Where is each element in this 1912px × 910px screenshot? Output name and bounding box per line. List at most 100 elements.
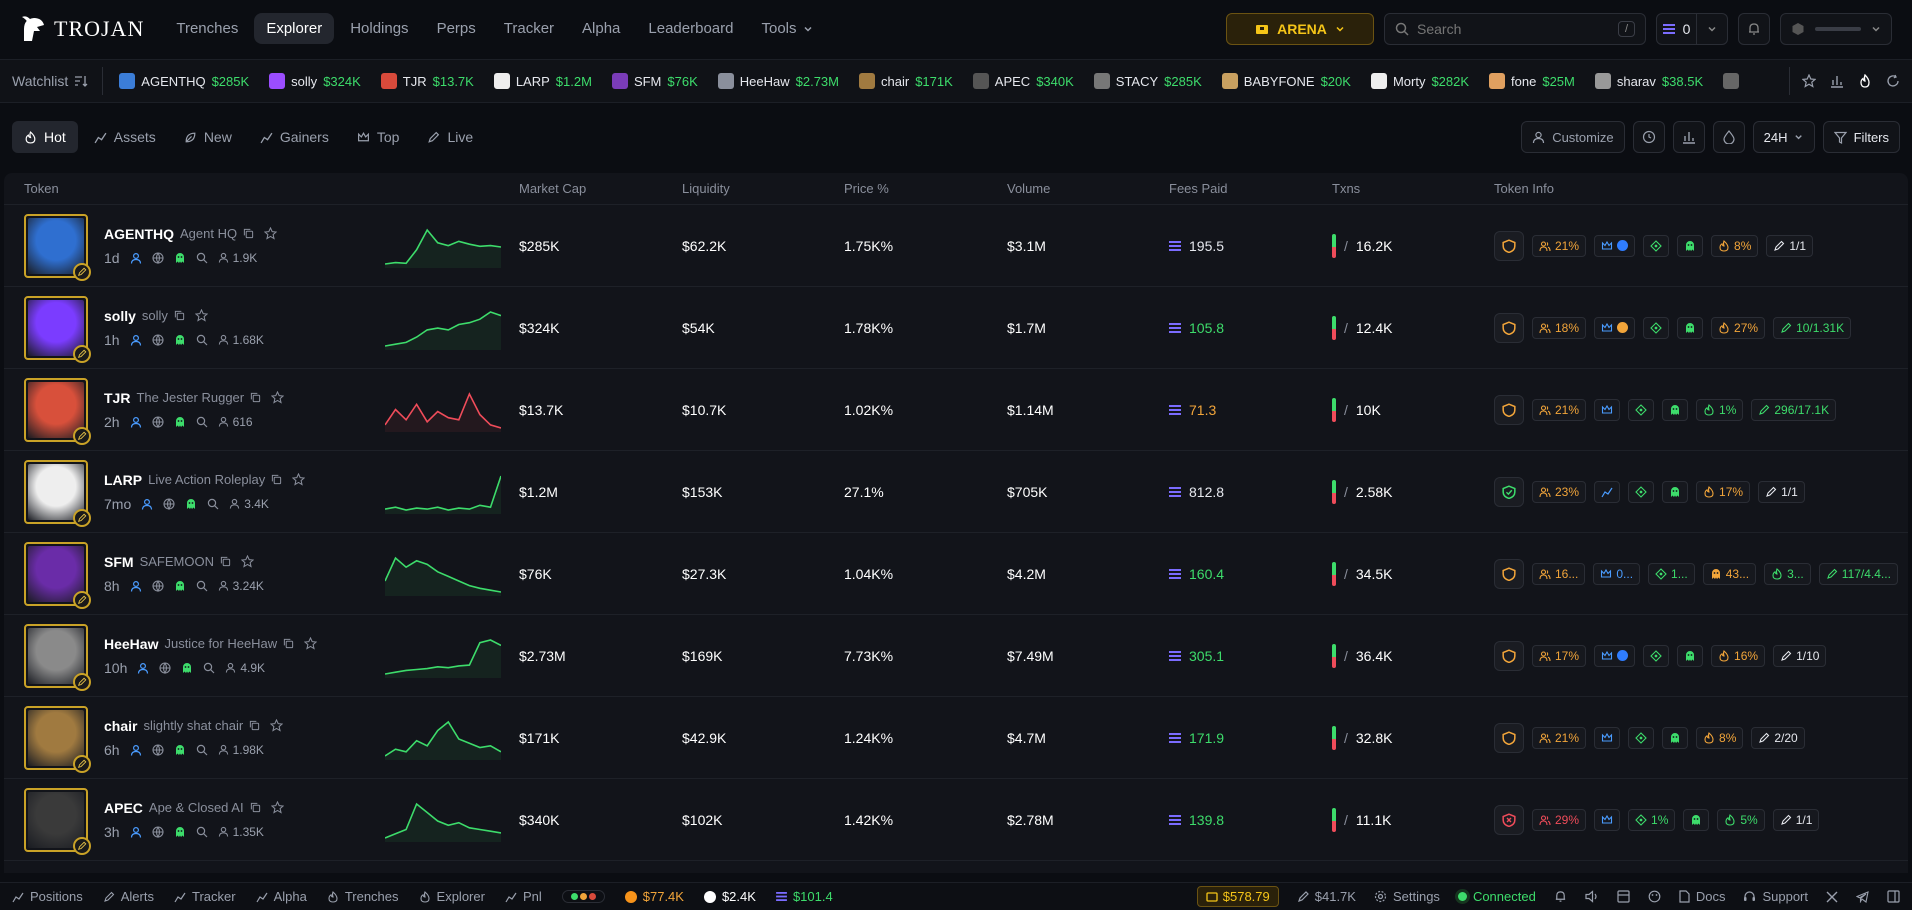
token-symbol[interactable]: HeeHaw	[104, 636, 158, 652]
token-info-chip[interactable]: 3...	[1764, 562, 1811, 585]
social-link[interactable]	[152, 333, 164, 346]
watchlist-item[interactable]: SFM $76K	[611, 73, 698, 89]
watchlist-item[interactable]: solly $324K	[269, 73, 361, 89]
customize-button[interactable]: Customize	[1521, 121, 1625, 153]
token-info-chip[interactable]: 18%	[1532, 316, 1587, 339]
social-link[interactable]	[159, 661, 171, 674]
token-info-chip[interactable]	[1677, 316, 1704, 339]
token-info-chip[interactable]: 296/17.1K	[1751, 398, 1837, 421]
social-link[interactable]	[196, 252, 208, 264]
token-symbol[interactable]: chair	[104, 718, 137, 734]
bottom-nav-pnl[interactable]: Pnl	[505, 889, 542, 904]
tab-hot[interactable]: Hot	[12, 121, 78, 153]
social-link[interactable]	[130, 744, 142, 756]
token-info-chip[interactable]: 23%	[1532, 480, 1587, 503]
token-info-chip[interactable]: 17%	[1696, 480, 1751, 503]
token-avatar[interactable]	[24, 787, 91, 855]
search-box[interactable]: /	[1384, 12, 1646, 45]
token-info-chip[interactable]	[1594, 644, 1636, 667]
star-icon[interactable]	[292, 473, 306, 486]
chart-filter-button[interactable]	[1672, 121, 1705, 153]
token-info-chip[interactable]	[1643, 316, 1670, 339]
column-header-txns[interactable]: Txns	[1332, 181, 1494, 196]
token-info-chip[interactable]: 21%	[1532, 234, 1587, 257]
nav-alpha[interactable]: Alpha	[570, 13, 632, 44]
docs-link[interactable]: Docs	[1679, 889, 1725, 904]
token-symbol[interactable]: AGENTHQ	[104, 226, 174, 242]
token-avatar[interactable]	[24, 295, 91, 363]
social-link[interactable]	[152, 825, 164, 838]
search-input[interactable]	[1417, 20, 1610, 37]
token-info-chip[interactable]	[1594, 398, 1621, 421]
token-avatar[interactable]	[24, 213, 91, 281]
token-info-chip[interactable]	[1594, 234, 1636, 257]
token-info-chip[interactable]: 16%	[1711, 644, 1766, 667]
token-info-chip[interactable]: 21%	[1532, 398, 1587, 421]
watchlist-toggle[interactable]: Watchlist	[12, 67, 104, 95]
star-icon[interactable]	[270, 801, 284, 814]
balance-pill[interactable]: $578.79	[1196, 886, 1279, 907]
token-info-chip[interactable]: 21%	[1532, 726, 1587, 749]
token-info-chip[interactable]	[1628, 480, 1655, 503]
social-link[interactable]	[152, 579, 164, 592]
social-link[interactable]	[163, 497, 175, 510]
refresh-icon[interactable]	[1886, 74, 1900, 88]
bottom-nav-trenches[interactable]: Trenches	[327, 889, 399, 904]
social-link[interactable]	[152, 251, 164, 264]
tab-new[interactable]: New	[172, 121, 244, 153]
social-link[interactable]	[196, 334, 208, 346]
bottom-nav-explorer[interactable]: Explorer	[419, 889, 485, 904]
social-link[interactable]	[207, 498, 219, 510]
clock-filter-button[interactable]	[1632, 121, 1665, 153]
token-info-chip[interactable]	[1594, 808, 1621, 831]
filters-button[interactable]: Filters	[1822, 121, 1900, 153]
watchlist-item[interactable]: AGENTHQ $285K	[119, 73, 249, 89]
token-symbol[interactable]: TJR	[104, 390, 130, 406]
token-info-chip[interactable]	[1594, 480, 1621, 503]
watchlist-item[interactable]: Morty $282K	[1370, 73, 1469, 89]
bar-chart-icon[interactable]	[1830, 74, 1844, 88]
tab-top[interactable]: Top	[345, 121, 412, 153]
token-info-chip[interactable]	[1628, 398, 1655, 421]
token-info-chip[interactable]: 8%	[1711, 234, 1759, 257]
security-check-button[interactable]	[1494, 476, 1524, 507]
social-link[interactable]	[203, 662, 215, 674]
token-info-chip[interactable]: 8%	[1696, 726, 1744, 749]
flame-icon[interactable]	[1858, 74, 1872, 88]
copy-icon[interactable]	[250, 802, 261, 813]
token-info-chip[interactable]	[1677, 234, 1704, 257]
social-link[interactable]	[130, 580, 142, 592]
layout-icon[interactable]	[1617, 890, 1630, 903]
token-avatar[interactable]	[24, 705, 91, 773]
tab-assets[interactable]: Assets	[82, 121, 168, 153]
table-row[interactable]: AGENTHQ Agent HQ 1d 1.9K $285K $62.2K 1.75K% $3…	[4, 205, 1908, 287]
table-row[interactable]: SFM SAFEMOON 8h 3.24K $76K $27.3K 1.04K% $4.2M 1…	[4, 533, 1908, 615]
security-check-button[interactable]	[1494, 640, 1524, 671]
brand-logo[interactable]: TROJAN	[20, 15, 144, 43]
support-link[interactable]: Support	[1743, 889, 1808, 904]
copy-icon[interactable]	[220, 556, 231, 567]
nav-holdings[interactable]: Holdings	[338, 13, 420, 44]
column-header-fees-paid[interactable]: Fees Paid	[1169, 181, 1332, 196]
token-info-chip[interactable]: 1...	[1648, 562, 1695, 585]
token-info-chip[interactable]: 1/1	[1758, 480, 1805, 503]
arena-button[interactable]: ARENA	[1226, 12, 1374, 45]
token-symbol[interactable]: SFM	[104, 554, 134, 570]
table-row[interactable]: APEC Ape & Closed AI 3h 1.35K $340K $102K 1.42…	[4, 779, 1908, 861]
copy-icon[interactable]	[250, 392, 261, 403]
token-info-chip[interactable]: 0...	[1593, 562, 1641, 585]
nav-tracker[interactable]: Tracker	[492, 13, 566, 44]
token-symbol[interactable]: solly	[104, 308, 136, 324]
security-check-button[interactable]	[1494, 230, 1524, 261]
star-icon[interactable]	[270, 719, 284, 732]
nav-leaderboard[interactable]: Leaderboard	[636, 13, 745, 44]
star-icon[interactable]	[304, 637, 318, 650]
token-info-chip[interactable]: 1/10	[1773, 644, 1827, 667]
social-link[interactable]	[196, 416, 208, 428]
star-icon[interactable]	[264, 227, 278, 240]
social-link[interactable]	[152, 415, 164, 428]
nav-tools[interactable]: Tools	[749, 13, 824, 44]
watchlist-item[interactable]: fone $25M	[1489, 73, 1575, 89]
token-info-chip[interactable]: 16...	[1532, 562, 1586, 585]
copy-icon[interactable]	[283, 638, 294, 649]
